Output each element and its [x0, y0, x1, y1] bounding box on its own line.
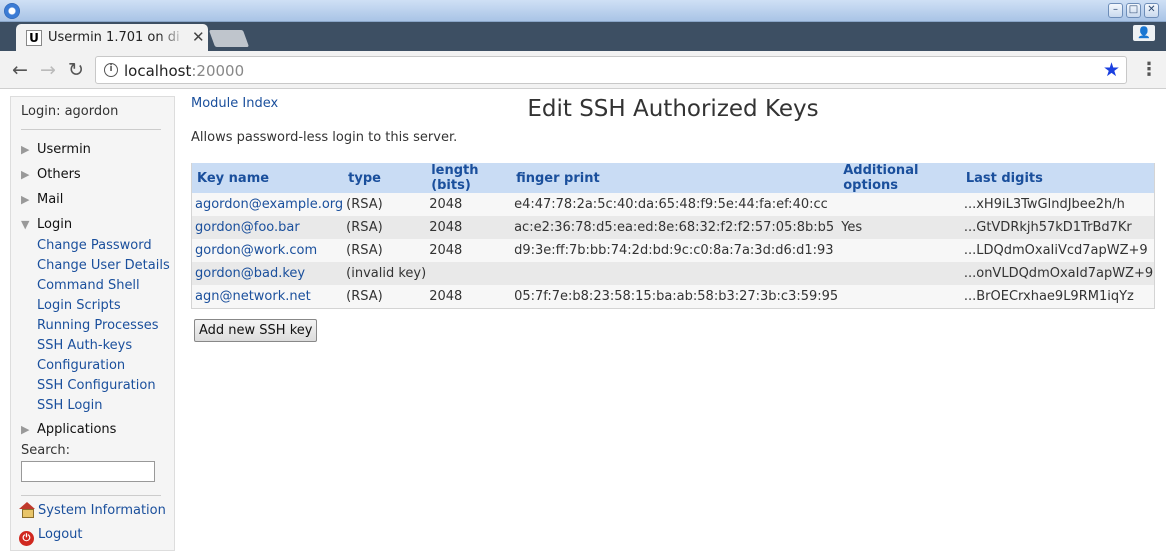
- column-header-last-digits: Last digits: [960, 160, 1155, 193]
- sidebar-category-applications[interactable]: ▶ Applications: [21, 422, 116, 437]
- key-length: 2048: [426, 239, 512, 262]
- minimize-button[interactable]: –: [1108, 3, 1123, 18]
- key-last-digits: ...xH9iL3TwGlndJbee2h/h: [960, 193, 1155, 216]
- add-new-ssh-key-button[interactable]: Add new SSH key: [194, 319, 318, 342]
- key-name-link[interactable]: agn@network.net: [191, 285, 344, 308]
- key-last-digits: ...onVLDQdmOxaId7apWZ+9: [960, 262, 1155, 285]
- sidebar-item-change-user-details[interactable]: Change User Details: [37, 258, 170, 273]
- key-type: (RSA): [343, 285, 427, 308]
- key-type: (invalid key): [343, 262, 427, 285]
- key-options: Yes: [838, 216, 961, 239]
- url-text[interactable]: localhost:20000: [124, 62, 244, 80]
- sidebar-item-ssh-auth-keys[interactable]: SSH Auth-keys: [37, 338, 132, 353]
- tab-close-icon[interactable]: ✕: [192, 28, 205, 46]
- key-name-link[interactable]: gordon@bad.key: [191, 262, 344, 285]
- key-options: [838, 285, 961, 308]
- key-fingerprint: e4:47:78:2a:5c:40:da:65:48:f9:5e:44:fa:e…: [511, 193, 839, 216]
- logout-link[interactable]: ⏻ Logout: [19, 527, 83, 546]
- sidebar-category-login[interactable]: ▼ Login: [21, 217, 72, 232]
- key-last-digits: ...BrOECrxhae9L9RM1iqYz: [960, 285, 1155, 308]
- authorized-keys-table: Key name type length (bits) finger print…: [191, 160, 1155, 309]
- table-row: agn@network.net (RSA) 2048 05:7f:7e:b8:2…: [191, 285, 1155, 308]
- expand-triangle-icon: ▶: [21, 168, 30, 181]
- sidebar-item-running-processes[interactable]: Running Processes: [37, 318, 159, 333]
- key-name-link[interactable]: agordon@example.org: [191, 193, 344, 216]
- page-description: Allows password-less login to this serve…: [191, 130, 458, 145]
- sidebar-item-ssh-configuration[interactable]: SSH Configuration: [37, 378, 156, 393]
- reload-icon[interactable]: ↻: [64, 58, 88, 82]
- table-header-row: Key name type length (bits) finger print…: [191, 160, 1155, 193]
- browser-toolbar: ← → ↻ i localhost:20000 ★ ⋮: [0, 51, 1166, 89]
- key-name-link[interactable]: gordon@work.com: [191, 239, 344, 262]
- sidebar-category-usermin[interactable]: ▶ Usermin: [21, 142, 91, 157]
- usermin-favicon-icon: U: [26, 30, 42, 46]
- power-icon: ⏻: [19, 531, 34, 546]
- key-options: [838, 239, 961, 262]
- key-length: 2048: [426, 193, 512, 216]
- key-fingerprint: 05:7f:7e:b8:23:58:15:ba:ab:58:b3:27:3b:c…: [511, 285, 839, 308]
- maximize-button[interactable]: □: [1126, 3, 1141, 18]
- key-length: 2048: [426, 285, 512, 308]
- bookmark-star-icon[interactable]: ★: [1103, 59, 1120, 81]
- column-header-fingerprint: finger print: [511, 160, 839, 193]
- key-fingerprint: d9:3e:ff:7b:bb:74:2d:bd:9c:c0:8a:7a:3d:d…: [511, 239, 839, 262]
- page-title: Edit SSH Authorized Keys: [527, 96, 819, 122]
- sidebar-divider: [21, 495, 161, 496]
- key-type: (RSA): [343, 193, 427, 216]
- key-type: (RSA): [343, 216, 427, 239]
- key-last-digits: ...LDQdmOxaIiVcd7apWZ+9: [960, 239, 1155, 262]
- key-options: [838, 193, 961, 216]
- close-window-button[interactable]: ✕: [1144, 3, 1159, 18]
- info-icon[interactable]: i: [104, 63, 118, 77]
- house-icon: [19, 502, 35, 518]
- expand-triangle-icon: ▶: [21, 143, 30, 156]
- column-header-additional-options: Additional options: [838, 160, 961, 193]
- new-tab-button[interactable]: [208, 30, 250, 47]
- search-label: Search:: [21, 443, 71, 458]
- key-type: (RSA): [343, 239, 427, 262]
- chrome-app-icon: [4, 3, 20, 19]
- table-row: agordon@example.org (RSA) 2048 e4:47:78:…: [191, 193, 1155, 216]
- key-last-digits: ...GtVDRkjh57kD1TrBd7Kr: [960, 216, 1155, 239]
- column-header-key-name: Key name: [191, 160, 344, 193]
- key-fingerprint: [511, 262, 839, 285]
- table-row: gordon@bad.key (invalid key) ...onVLDQdm…: [191, 262, 1155, 285]
- key-fingerprint: ac:e2:36:78:d5:ea:ed:8e:68:32:f2:f2:57:0…: [511, 216, 839, 239]
- sidebar-divider: [21, 129, 161, 130]
- system-information-link[interactable]: System Information: [19, 502, 166, 518]
- key-options: [838, 262, 961, 285]
- sidebar-item-login-scripts[interactable]: Login Scripts: [37, 298, 121, 313]
- sidebar-category-mail[interactable]: ▶ Mail: [21, 192, 63, 207]
- forward-arrow-icon[interactable]: →: [36, 58, 60, 82]
- table-row: gordon@foo.bar (RSA) 2048 ac:e2:36:78:d5…: [191, 216, 1155, 239]
- sidebar-category-others[interactable]: ▶ Others: [21, 167, 81, 182]
- key-name-link[interactable]: gordon@foo.bar: [191, 216, 344, 239]
- column-header-type: type: [343, 160, 427, 193]
- sidebar-item-configuration[interactable]: Configuration: [37, 358, 125, 373]
- table-row: gordon@work.com (RSA) 2048 d9:3e:ff:7b:b…: [191, 239, 1155, 262]
- sidebar-item-command-shell[interactable]: Command Shell: [37, 278, 140, 293]
- sidebar: Login: agordon ▶ Usermin ▶ Others ▶ Mail ▼ L…: [10, 96, 175, 551]
- expand-triangle-icon: ▶: [21, 423, 30, 436]
- address-bar[interactable]: i localhost:20000 ★: [95, 56, 1127, 84]
- profile-icon[interactable]: 👤: [1133, 25, 1155, 41]
- sidebar-item-change-password[interactable]: Change Password: [37, 238, 152, 253]
- browser-tab[interactable]: U Usermin 1.701 on di ✕: [16, 24, 208, 51]
- search-input[interactable]: [21, 461, 155, 482]
- tab-title: Usermin 1.701 on di: [48, 30, 180, 45]
- login-label: Login: agordon: [21, 104, 119, 119]
- collapse-triangle-icon: ▼: [21, 218, 30, 231]
- expand-triangle-icon: ▶: [21, 193, 30, 206]
- tab-strip: U Usermin 1.701 on di ✕ 👤: [0, 22, 1166, 51]
- key-length: [426, 262, 512, 285]
- column-header-length: length (bits): [426, 160, 512, 193]
- window-titlebar: – □ ✕: [0, 0, 1166, 22]
- browser-menu-icon[interactable]: ⋮: [1140, 60, 1158, 80]
- back-arrow-icon[interactable]: ←: [8, 58, 32, 82]
- module-index-link[interactable]: Module Index: [191, 96, 278, 111]
- sidebar-item-ssh-login[interactable]: SSH Login: [37, 398, 102, 413]
- key-length: 2048: [426, 216, 512, 239]
